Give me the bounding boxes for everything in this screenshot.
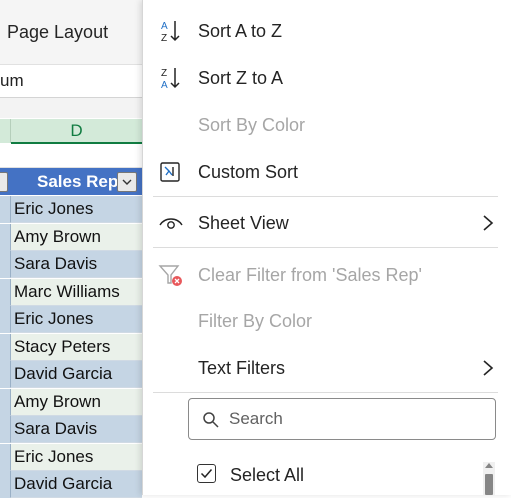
filter-sort-menu: A Z Sort A to Z Z A Sort Z to A Sort By …	[142, 0, 511, 495]
row-selector-partial[interactable]	[0, 223, 10, 251]
row-selector-partial[interactable]	[0, 416, 10, 443]
row-selector-partial[interactable]	[0, 388, 10, 416]
sales-rep-cell[interactable]: Amy Brown	[10, 388, 142, 416]
checkmark-icon	[200, 469, 213, 479]
filter-dropdown-partial[interactable]	[0, 172, 8, 192]
row-selector-partial[interactable]	[0, 306, 10, 333]
column-header-row: D	[0, 119, 142, 144]
sheet-view-item[interactable]: Sheet View	[143, 203, 511, 243]
row-selector-partial[interactable]	[0, 361, 10, 388]
sales-rep-name: Eric Jones	[14, 446, 94, 466]
clear-filter-item: Clear Filter from 'Sales Rep'	[143, 255, 511, 295]
table-row: Amy Brown	[0, 223, 142, 251]
sales-rep-name: David Garcia	[14, 364, 113, 383]
text-filters-label: Text Filters	[198, 358, 286, 378]
custom-sort-label: Custom Sort	[198, 162, 299, 182]
clear-filter-icon	[158, 265, 182, 286]
column-header-d[interactable]: D	[11, 119, 142, 144]
text-filters-item[interactable]: Text Filters	[143, 348, 511, 388]
search-box[interactable]	[188, 398, 496, 440]
chevron-right-icon	[483, 360, 494, 376]
sales-rep-name: Stacy Peters	[14, 336, 111, 356]
sales-rep-name: Amy Brown	[14, 226, 101, 246]
row-selector-partial[interactable]	[0, 251, 10, 278]
sales-rep-cell[interactable]: Eric Jones	[10, 196, 142, 223]
sheet-view-label: Sheet View	[198, 213, 289, 233]
sort-a-to-z-label: Sort A to Z	[198, 21, 283, 41]
select-all-checkbox[interactable]	[197, 464, 216, 483]
custom-sort-item[interactable]: Custom Sort	[143, 152, 511, 192]
table-row: David Garcia	[0, 361, 142, 388]
sales-rep-cell[interactable]: Eric Jones	[10, 443, 142, 471]
sales-rep-cell[interactable]: Sara Davis	[10, 416, 142, 443]
ribbon-tab-area: Page Layout	[0, 0, 142, 65]
eye-icon	[159, 218, 183, 229]
sales-rep-name: Sara Davis	[14, 419, 98, 438]
table-row: Stacy Peters	[0, 333, 142, 361]
sort-z-to-a-label: Sort Z to A	[198, 68, 284, 88]
sort-a-to-z-item[interactable]: A Z Sort A to Z	[143, 11, 511, 51]
sales-rep-cell[interactable]: Sara Davis	[10, 251, 142, 278]
chevron-down-icon	[122, 179, 132, 185]
svg-text:A: A	[161, 21, 168, 32]
search-input[interactable]	[229, 407, 479, 431]
table-row: Eric Jones	[0, 306, 142, 333]
table-header-row: Sales Rep	[0, 168, 142, 195]
select-all-label: Select All	[230, 465, 305, 485]
scrollbar-thumb[interactable]	[485, 474, 493, 495]
table-row: David Garcia	[0, 471, 142, 498]
svg-text:Z: Z	[161, 68, 167, 79]
sales-rep-name: Marc Williams	[14, 281, 120, 301]
sort-by-color-label: Sort By Color	[198, 115, 306, 135]
sales-rep-name: Amy Brown	[14, 391, 101, 411]
filter-by-color-item: Filter By Color	[143, 301, 511, 341]
list-scrollbar[interactable]	[483, 462, 495, 495]
empty-row[interactable]	[0, 145, 142, 168]
table-row: Eric Jones	[0, 443, 142, 471]
sales-rep-cell[interactable]: David Garcia	[10, 471, 142, 498]
menu-separator	[153, 196, 498, 197]
filter-by-color-label: Filter By Color	[198, 311, 313, 331]
menu-separator	[153, 247, 498, 248]
sales-rep-name: Eric Jones	[14, 199, 94, 218]
sales-rep-cell[interactable]: Eric Jones	[10, 306, 142, 333]
sort-z-to-a-item[interactable]: Z A Sort Z to A	[143, 58, 511, 98]
sales-rep-cell[interactable]: Amy Brown	[10, 223, 142, 251]
sort-by-color-item: Sort By Color	[143, 105, 511, 145]
formula-bar-value: um	[0, 71, 24, 90]
row-selector-partial[interactable]	[0, 443, 10, 471]
svg-text:A: A	[161, 80, 168, 91]
clear-filter-label: Clear Filter from 'Sales Rep'	[198, 265, 422, 285]
table-row: Marc Williams	[0, 278, 142, 306]
custom-sort-icon	[160, 162, 180, 182]
table-row: Eric Jones	[0, 196, 142, 223]
table-row: Sara Davis	[0, 416, 142, 443]
svg-text:Z: Z	[161, 33, 167, 44]
row-selector-partial[interactable]	[0, 471, 10, 498]
column-header-c[interactable]	[0, 119, 11, 143]
sales-rep-name: Sara Davis	[14, 254, 98, 273]
sales-rep-cell[interactable]: David Garcia	[10, 361, 142, 388]
sales-rep-name: David Garcia	[14, 474, 113, 493]
formula-bar[interactable]: um	[0, 65, 142, 98]
sort-z-to-a-icon: Z A	[161, 68, 180, 91]
table-row: Amy Brown	[0, 388, 142, 416]
search-icon	[203, 412, 219, 428]
tab-page-layout[interactable]: Page Layout	[7, 22, 108, 43]
row-selector-partial[interactable]	[0, 333, 10, 361]
chevron-right-icon	[483, 215, 494, 231]
sort-a-to-z-icon: A Z	[161, 21, 180, 44]
row-selector-partial[interactable]	[0, 278, 10, 306]
sales-rep-name: Eric Jones	[14, 309, 94, 328]
row-selector-partial[interactable]	[0, 196, 10, 223]
sales-rep-cell[interactable]: Marc Williams	[10, 278, 142, 306]
spacer-strip	[0, 98, 142, 118]
sales-rep-header[interactable]: Sales Rep	[37, 172, 118, 192]
table-row: Sara Davis	[0, 251, 142, 278]
scroll-up-arrow-icon[interactable]	[485, 463, 493, 468]
menu-separator	[153, 392, 498, 393]
sales-rep-filter-button[interactable]	[117, 172, 137, 192]
sales-rep-cell[interactable]: Stacy Peters	[10, 333, 142, 361]
select-all-item[interactable]: Select All	[188, 460, 478, 490]
